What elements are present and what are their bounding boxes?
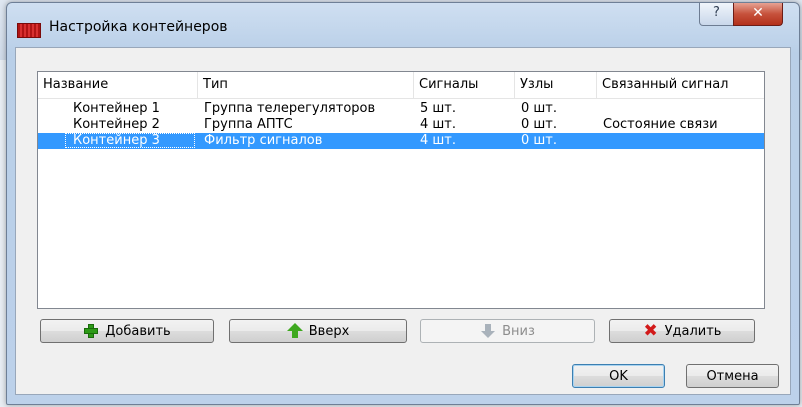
plus-icon: [83, 323, 99, 339]
column-header-name[interactable]: Название: [38, 72, 198, 98]
add-button[interactable]: Добавить: [40, 319, 214, 343]
cell-linked-signal: Состояние связи: [603, 117, 718, 132]
table-row[interactable]: Контейнер 1 Группа телерегуляторов 5 шт.…: [38, 101, 764, 117]
cell-type: Группа телерегуляторов: [204, 101, 376, 116]
move-down-button-label: Вниз: [502, 323, 535, 339]
app-icon: [17, 23, 41, 38]
ok-button-label: OK: [609, 368, 628, 384]
arrow-down-icon: [480, 323, 496, 339]
cell-name: Контейнер 3: [73, 133, 160, 148]
close-button[interactable]: ✕: [733, 3, 783, 26]
move-up-button[interactable]: Вверх: [229, 319, 407, 343]
cell-signals: 5 шт.: [420, 101, 457, 116]
help-button[interactable]: ?: [699, 3, 734, 26]
cancel-button-label: Отмена: [706, 368, 759, 384]
cell-linked-signal: [598, 133, 603, 149]
container-settings-dialog: Настройка контейнеров ? ✕ Название Тип С…: [6, 2, 800, 405]
red-x-icon: ✖: [643, 321, 658, 341]
cancel-button[interactable]: Отмена: [686, 364, 779, 388]
cell-name: Контейнер 1: [73, 101, 160, 116]
title-bar[interactable]: Настройка контейнеров ? ✕: [7, 3, 799, 47]
cell-type: Группа АПТС: [204, 117, 293, 132]
cell-nodes: 0 шт.: [521, 133, 558, 148]
delete-button[interactable]: ✖ Удалить: [609, 319, 755, 343]
cell-name: Контейнер 2: [73, 117, 160, 132]
table-row-selected[interactable]: Контейнер 3 Фильтр сигналов 4 шт. 0 шт.: [38, 133, 764, 149]
cell-signals: 4 шт.: [420, 133, 457, 148]
cell-linked-signal: [598, 101, 603, 117]
cell-signals: 4 шт.: [420, 117, 457, 132]
add-button-label: Добавить: [105, 323, 171, 339]
column-header-signals[interactable]: Сигналы: [414, 72, 515, 98]
cell-nodes: 0 шт.: [521, 117, 558, 132]
delete-button-label: Удалить: [664, 323, 722, 339]
dialog-body: Название Тип Сигналы Узлы Связанный сигн…: [15, 47, 791, 395]
window-title: Настройка контейнеров: [49, 19, 228, 35]
column-header-linked-signal[interactable]: Связанный сигнал: [597, 72, 764, 98]
cell-nodes: 0 шт.: [521, 101, 558, 116]
arrow-up-icon: [286, 323, 303, 339]
column-header-type[interactable]: Тип: [198, 72, 414, 98]
move-down-button[interactable]: Вниз: [420, 319, 595, 343]
containers-table[interactable]: Название Тип Сигналы Узлы Связанный сигн…: [37, 71, 765, 309]
table-row[interactable]: Контейнер 2 Группа АПТС 4 шт. 0 шт. Сост…: [38, 117, 764, 133]
cell-type: Фильтр сигналов: [204, 133, 323, 148]
ok-button[interactable]: OK: [572, 364, 665, 388]
move-up-button-label: Вверх: [308, 323, 350, 339]
table-header: Название Тип Сигналы Узлы Связанный сигн…: [38, 72, 764, 99]
column-header-nodes[interactable]: Узлы: [515, 72, 597, 98]
